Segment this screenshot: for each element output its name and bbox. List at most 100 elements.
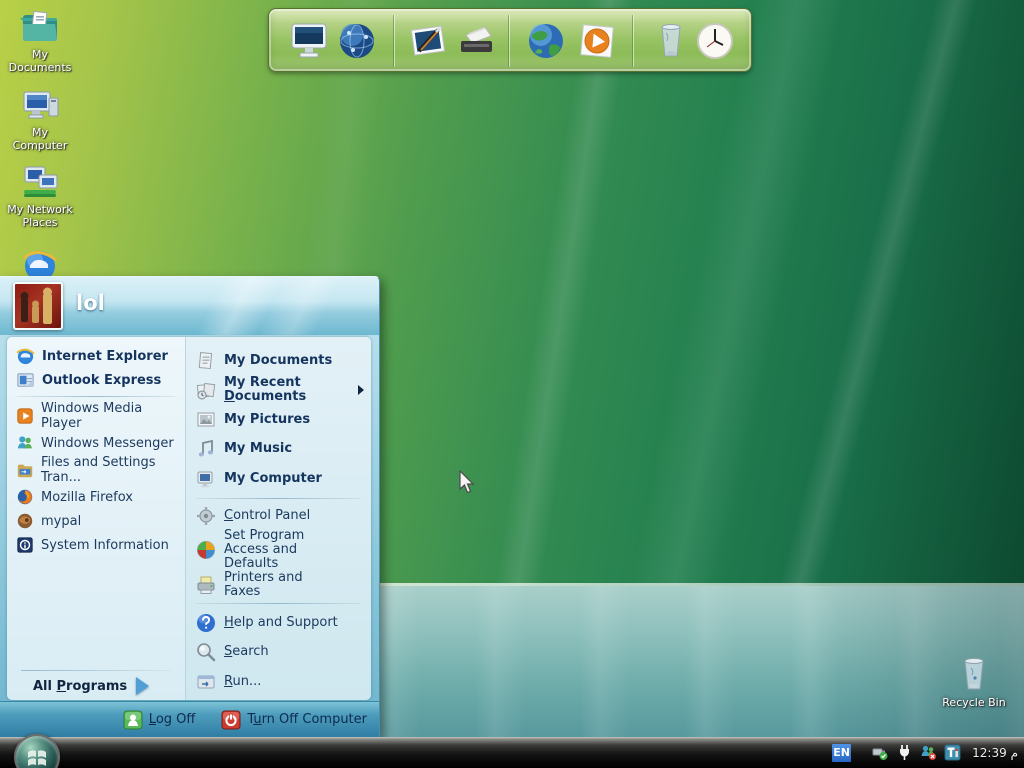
light-ray [483,0,643,660]
desktop-icon-label: My Documents [8,48,72,74]
all-programs: All Programs [7,670,185,695]
turn-off-computer-button[interactable]: Turn Off Computer [221,710,367,730]
my-computer-icon [23,91,59,119]
help-and-support-icon [195,612,217,634]
item-label: Set Program Access and Defaults [224,528,305,571]
desktop-icon-label: Recycle Bin [942,696,1006,709]
my-documents-icon [195,350,217,372]
start-menu-item-search[interactable]: Search [186,637,371,667]
start-menu-item-windows-messenger[interactable]: Windows Messenger [7,431,185,455]
start-menu-item-files-settings-transfer[interactable]: Files and Settings Tran... [7,455,185,485]
windows-flag-icon [28,750,46,766]
monitor-icon [291,23,327,58]
mypal-icon [16,512,34,530]
clock-icon [697,23,733,59]
user-avatar[interactable] [13,282,63,330]
firefox-icon [16,488,34,506]
item-label: Files and Settings Tran... [41,455,156,485]
start-menu-item-run[interactable]: Run... [186,667,371,697]
control-panel-icon [195,505,217,527]
separator [21,670,171,671]
item-label: My Documents [224,352,333,368]
earth-icon [529,24,563,58]
network-globe-icon [340,24,374,58]
power-plug-icon[interactable] [896,744,913,761]
turn-off-label: Turn Off Computer [247,712,367,727]
item-label: Run... [224,674,262,689]
avatar-chess-image [20,287,52,324]
taskbar: EN 12:39 م [0,734,1024,768]
dock-item-media-player[interactable] [575,19,619,63]
start-menu-item-printers-and-faxes[interactable]: Printers and Faxes [186,571,371,599]
start-menu-item-windows-media-player[interactable]: Windows Media Player [7,401,185,431]
windows-messenger-icon [16,434,34,452]
system-information-icon [16,536,34,554]
item-label: Printers and Faxes [224,570,303,599]
outlook-express-icon [16,371,35,390]
log-off-button[interactable]: Log Off [123,710,195,730]
all-programs-button[interactable]: All Programs [7,677,185,695]
desktop-icon-my-computer[interactable]: My Computer [4,86,76,152]
dock-item-clock[interactable] [693,19,737,63]
all-programs-label: All Programs [33,678,128,694]
item-label: Mozilla Firefox [41,489,133,505]
start-menu-item-control-panel[interactable]: Control Panel [186,503,371,529]
dock-item-internet-globe[interactable] [524,19,568,63]
desktop-icon-my-documents[interactable]: My Documents [4,8,76,74]
start-menu-item-my-recent-documents[interactable]: My Recent Documents [186,375,371,405]
desktop: My Documents My Computer My Network Plac… [0,0,1024,768]
dock-divider [633,15,634,67]
start-menu-item-mozilla-firefox[interactable]: Mozilla Firefox [7,485,185,509]
item-label: Help and Support [224,614,338,630]
start-menu-item-set-program-access[interactable]: Set Program Access and Defaults [186,529,371,571]
item-label: My Pictures [224,411,311,427]
taskbar-clock[interactable]: 12:39 م [972,746,1018,760]
item-label: mypal [41,513,82,529]
start-menu-right-column: My Documents My Recent Documents My Pict… [185,337,371,700]
start-button[interactable] [14,734,60,768]
item-label: My Music [224,441,293,456]
dock [268,8,752,72]
separator [196,603,361,604]
dock-item-recycle-bin[interactable] [649,19,693,63]
start-menu-item-system-information[interactable]: System Information [7,533,185,557]
language-indicator[interactable]: EN [832,743,852,762]
system-tray: EN 12:39 م [832,737,1018,768]
start-menu-item-my-pictures[interactable]: My Pictures [186,405,371,434]
my-network-places-icon [24,166,58,197]
dock-item-my-computer[interactable] [287,19,331,63]
item-label: Windows Messenger [41,435,174,451]
messenger-offline-icon[interactable] [920,744,937,761]
item-label: Search [224,644,269,659]
windows-media-player-icon [16,407,34,425]
text-services-icon[interactable] [944,744,961,761]
start-menu-item-my-music[interactable]: My Music [186,434,371,464]
item-label: System Information [41,537,169,553]
dock-divider [509,15,510,67]
desktop-icon-recycle-bin[interactable]: Recycle Bin [938,656,1010,709]
printer-icon [461,26,492,52]
files-transfer-wizard-icon [16,461,34,479]
user-name: lol [76,291,105,315]
start-menu-item-internet-explorer[interactable]: Internet Explorer [7,344,185,368]
desktop-icon-my-network-places[interactable]: My Network Places [4,163,76,229]
dock-item-printer-fax[interactable] [455,19,499,63]
search-icon [195,641,217,663]
start-menu-item-outlook-express[interactable]: Outlook Express [7,368,185,392]
dock-item-network[interactable] [335,19,379,63]
start-menu-left-column: Internet Explorer Outlook Express Window… [7,337,185,700]
start-menu-item-mypal[interactable]: mypal [7,509,185,533]
safely-remove-hardware-icon[interactable] [872,744,889,761]
recycle-bin-icon [964,658,984,690]
item-label: My Recent Documents [224,375,307,404]
start-menu-item-my-documents[interactable]: My Documents [186,346,371,375]
start-menu-item-help-and-support[interactable]: Help and Support [186,608,371,637]
dock-item-image-editor[interactable] [407,19,451,63]
start-menu-item-my-computer[interactable]: My Computer [186,464,371,494]
run-icon [195,671,217,693]
submenu-arrow-icon [358,385,364,395]
my-pictures-icon [195,409,217,431]
item-label: Outlook Express [42,372,162,388]
desktop-icon-label: My Network Places [7,203,73,229]
my-computer-icon [195,468,217,490]
